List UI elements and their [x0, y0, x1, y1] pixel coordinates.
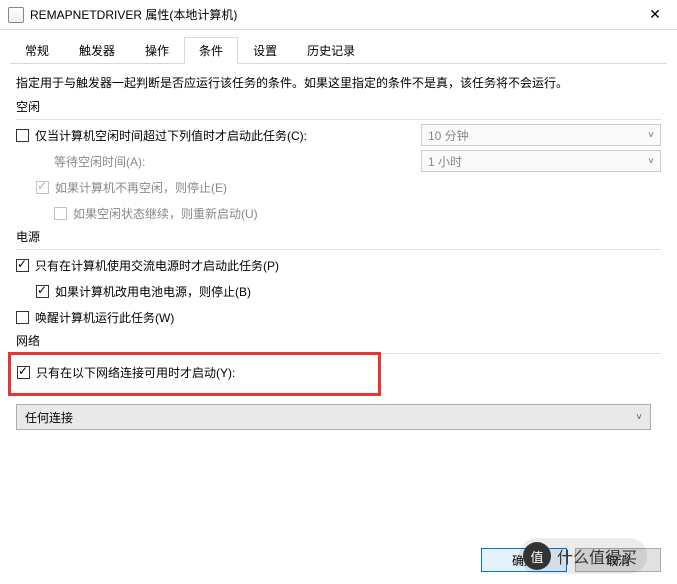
title-bar: REMAPNETDRIVER 属性(本地计算机) ✕: [0, 0, 677, 30]
divider: [16, 119, 661, 120]
select-network-connection[interactable]: 任何连接 ˅: [16, 404, 651, 430]
checkbox-idle-start[interactable]: [16, 129, 29, 142]
ok-button[interactable]: 确定: [481, 548, 567, 572]
select-wait-idle-value: 1 小时: [428, 153, 462, 170]
label-stop-on-battery: 如果计算机改用电池电源，则停止(B): [55, 283, 251, 300]
tab-panel-conditions: 指定用于与触发器一起判断是否应运行该任务的条件。如果这里指定的条件不是真，该任务…: [0, 64, 677, 440]
select-idle-duration: 10 分钟 ˅: [421, 124, 661, 146]
checkbox-wake[interactable]: [16, 311, 29, 324]
label-idle-start: 仅当计算机空闲时间超过下列值时才启动此任务(C):: [35, 127, 307, 144]
label-wait-idle: 等待空闲时间(A):: [54, 153, 145, 170]
tab-general[interactable]: 常规: [10, 37, 64, 64]
chevron-down-icon: ˅: [648, 156, 654, 167]
section-idle-label: 空闲: [16, 98, 661, 115]
tab-triggers[interactable]: 触发器: [64, 37, 130, 64]
chevron-down-icon: ˅: [648, 130, 654, 141]
label-restart-if-idle: 如果空闲状态继续，则重新启动(U): [73, 205, 258, 222]
label-stop-if-not-idle: 如果计算机不再空闲，则停止(E): [55, 179, 227, 196]
checkbox-network-only[interactable]: [17, 366, 30, 379]
checkbox-stop-on-battery[interactable]: [36, 285, 49, 298]
dialog-footer: 确定 取消: [473, 548, 661, 572]
label-wake: 唤醒计算机运行此任务(W): [35, 309, 174, 326]
label-ac-only: 只有在计算机使用交流电源时才启动此任务(P): [35, 257, 279, 274]
close-button[interactable]: ✕: [633, 0, 677, 30]
section-network-label: 网络: [16, 332, 661, 349]
tab-conditions[interactable]: 条件: [184, 37, 238, 64]
divider: [16, 249, 661, 250]
checkbox-ac-only[interactable]: [16, 259, 29, 272]
select-idle-duration-value: 10 分钟: [428, 127, 469, 144]
app-icon: [8, 7, 24, 23]
chevron-down-icon: ˅: [636, 412, 642, 423]
select-wait-idle: 1 小时 ˅: [421, 150, 661, 172]
tab-actions[interactable]: 操作: [130, 37, 184, 64]
tab-strip: 常规 触发器 操作 条件 设置 历史记录: [10, 36, 667, 64]
tab-history[interactable]: 历史记录: [292, 37, 370, 64]
close-icon: ✕: [649, 6, 661, 23]
highlight-annotation: 只有在以下网络连接可用时才启动(Y):: [8, 352, 381, 396]
label-network-only: 只有在以下网络连接可用时才启动(Y):: [36, 364, 235, 381]
window-title: REMAPNETDRIVER 属性(本地计算机): [30, 6, 237, 23]
tab-settings[interactable]: 设置: [238, 37, 292, 64]
select-network-value: 任何连接: [25, 409, 73, 426]
cancel-button-label: 取消: [606, 552, 630, 569]
checkbox-restart-if-idle: [54, 207, 67, 220]
checkbox-stop-if-not-idle: [36, 181, 49, 194]
cancel-button[interactable]: 取消: [575, 548, 661, 572]
ok-button-label: 确定: [512, 552, 536, 569]
section-power-label: 电源: [16, 228, 661, 245]
conditions-description: 指定用于与触发器一起判断是否应运行该任务的条件。如果这里指定的条件不是真，该任务…: [16, 74, 661, 92]
